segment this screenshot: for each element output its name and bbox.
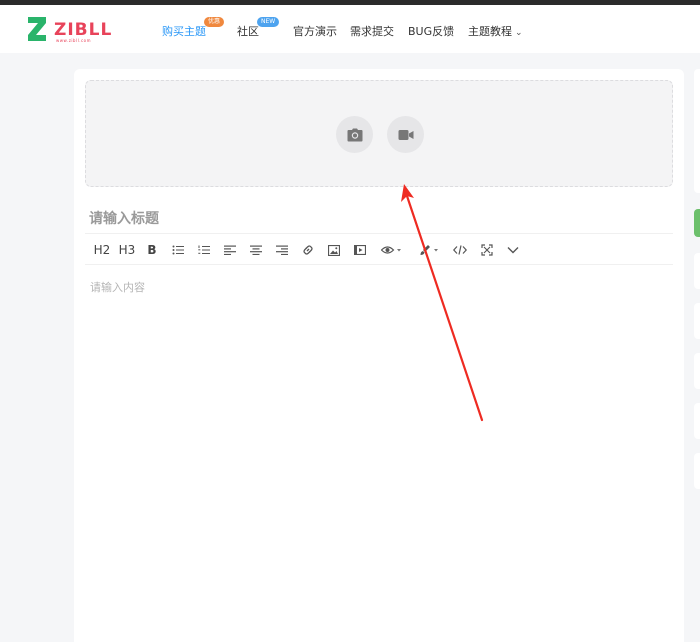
link-icon [303,245,313,255]
media-upload-area[interactable] [85,80,673,187]
logo-text: ZIBLL [54,20,113,40]
right-sidebar [694,69,700,642]
align-left-icon [224,245,236,255]
insert-image-button[interactable] [327,242,341,258]
heading-3-button[interactable]: H3 [118,242,136,258]
nav-item-label: 社区 [237,25,259,38]
sidebar-card [694,303,700,339]
insert-link-button[interactable] [301,242,315,258]
bullet-list-icon [172,245,184,255]
code-icon [453,245,467,255]
numbered-list-icon [198,245,210,254]
nav-item-label: 需求提交 [350,25,394,38]
sidebar-card [694,403,700,439]
site-header: ZIBLL www.zibll.com 购买主题 优惠 社区 NEW 官方演示 … [0,5,700,53]
sidebar-card [694,453,700,489]
align-left-button[interactable] [223,242,237,258]
align-right-button[interactable] [275,242,289,258]
discount-badge: 优惠 [204,17,225,27]
camera-icon [347,128,362,141]
sidebar-card [694,353,700,389]
nav-item-label: 主题教程 [468,25,512,38]
chevron-down-icon: ⌄ [515,28,523,38]
nav-item-label: 官方演示 [293,25,337,38]
align-center-icon [250,245,262,255]
post-editor-card: H2 H3 B [74,69,684,642]
site-logo[interactable]: ZIBLL www.zibll.com [26,15,116,45]
sidebar-card [694,253,700,289]
numbered-list-button[interactable] [197,242,211,258]
heading-2-button[interactable]: H2 [93,242,111,258]
title-input[interactable] [89,209,669,229]
new-badge: NEW [257,17,280,27]
nav-item-label: BUG反馈 [408,25,455,38]
insert-video-button[interactable] [353,242,367,258]
more-tools-button[interactable] [506,242,520,258]
editor-toolbar: H2 H3 B [85,233,673,265]
video-icon [354,245,366,255]
chevron-down-icon [507,247,519,254]
video-camera-icon [398,129,413,140]
nav-item-label: 购买主题 [162,25,206,38]
logo-mark-icon [28,17,46,41]
text-color-button[interactable] [417,242,443,258]
bold-button[interactable]: B [145,242,159,258]
nav-item-community[interactable]: 社区 [237,23,259,39]
insert-code-button[interactable] [453,242,467,258]
sidebar-card [694,69,700,193]
sidebar-green-button[interactable] [694,209,700,237]
hide-content-button[interactable] [378,242,406,258]
nav-item-theme-tutorial[interactable]: 主题教程 ⌄ [468,23,523,39]
fullscreen-button[interactable] [480,242,494,258]
bullet-list-button[interactable] [171,242,185,258]
paint-brush-icon [420,245,438,255]
upload-image-button[interactable] [336,116,373,153]
eye-icon [381,246,401,254]
align-center-button[interactable] [249,242,263,258]
nav-item-official-demo[interactable]: 官方演示 [293,23,337,39]
logo-subtext: www.zibll.com [56,38,92,43]
nav-item-bug-feedback[interactable]: BUG反馈 [408,23,454,39]
align-right-icon [276,245,288,255]
content-editor[interactable] [90,279,670,639]
nav-item-buy-theme[interactable]: 购买主题 [162,23,206,39]
nav-item-request-submit[interactable]: 需求提交 [350,23,394,39]
fullscreen-icon [481,244,493,256]
image-icon [328,244,340,256]
upload-video-button[interactable] [387,116,424,153]
